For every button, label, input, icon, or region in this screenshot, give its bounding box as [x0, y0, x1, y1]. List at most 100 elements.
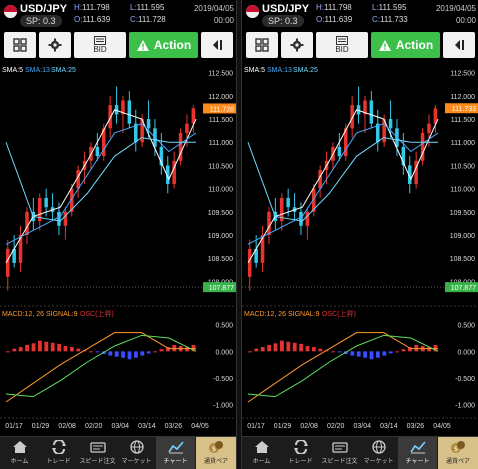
quote-header: USD/JPY SP: 0.3 H:111.798 L:111.595 O:11…	[0, 0, 236, 30]
osc-bar	[395, 351, 400, 353]
price-tick-label: 109.500	[208, 210, 233, 217]
osc-bar	[305, 346, 310, 352]
tab-market[interactable]: マーケット	[359, 437, 398, 469]
gear-icon	[48, 38, 62, 52]
osc-bar	[89, 351, 94, 353]
candle-body	[57, 211, 61, 226]
settings-button[interactable]	[39, 32, 71, 58]
osc-bar	[280, 340, 284, 352]
osc-bar	[44, 341, 49, 352]
price-tick-label: 110.500	[450, 163, 475, 170]
chart-icon	[167, 441, 184, 454]
price-tick-label: 110.500	[208, 163, 233, 170]
collapse-panel-icon	[455, 40, 464, 50]
gear-icon	[290, 38, 304, 52]
tab-market[interactable]: マーケット	[117, 437, 156, 469]
osc-bar	[114, 351, 119, 357]
legend-sma13: SMA:13	[267, 67, 292, 74]
candle-body	[25, 211, 29, 236]
trading-panel-right: USD/JPY SP: 0.3 H:111.798 L:111.595 O:11…	[242, 0, 478, 469]
trading-panel-left: USD/JPY SP: 0.3 H:111.798 L:111.595 O:11…	[0, 0, 236, 469]
jp-flag-icon	[4, 5, 17, 18]
line-price-label: 107.877	[451, 285, 476, 292]
osc-bar	[363, 351, 368, 358]
legend-sma5: SMA:5	[244, 67, 265, 74]
currency-pair-title[interactable]: USD/JPY	[20, 3, 67, 15]
chart-canvas[interactable]: SMA:5 SMA:13 SMA:25 MACD:12, 26 SIGNAL:9 OSC(…	[0, 60, 236, 436]
osc-bar	[292, 342, 297, 352]
tab-speed-order[interactable]: スピード注文	[320, 437, 359, 469]
osc-bar	[369, 351, 374, 360]
candle-body	[388, 119, 393, 129]
price-tick-label: 112.500	[208, 71, 233, 78]
layout-button[interactable]	[246, 32, 278, 58]
date-tick-label: 04/05	[433, 423, 451, 430]
price-chart[interactable]: SMA:5 SMA:13 SMA:25 MACD:12, 26 SIGNAL:9 OSC(…	[242, 60, 478, 436]
price-tick-label: 108.500	[208, 256, 233, 263]
tab-trade[interactable]: トレード	[281, 437, 320, 469]
price-tick-label: 109.500	[450, 210, 475, 217]
price-tick-label: 111.500	[451, 117, 475, 124]
osc-bar	[76, 348, 81, 352]
layout-button[interactable]	[4, 32, 36, 58]
osc-bar	[376, 351, 380, 358]
legend-signal: SIGNAL:9	[46, 311, 78, 318]
date-tick-label: 03/04	[112, 423, 130, 430]
settings-button[interactable]	[281, 32, 313, 58]
price-chart[interactable]: SMA:5 SMA:13 SMA:25 MACD:12, 26 SIGNAL:9 OSC(…	[0, 60, 236, 436]
chart-canvas[interactable]: SMA:5 SMA:13 SMA:25 MACD:12, 26 SIGNAL:9 OSC(…	[242, 60, 478, 436]
bar-date: 2019/04/05	[435, 4, 476, 13]
tab-chart[interactable]: チャート	[156, 437, 195, 469]
action-button[interactable]: Action	[371, 32, 440, 58]
tab-currency-pair[interactable]: $ 通貨ペア	[196, 437, 236, 469]
bid-button[interactable]: BID	[316, 32, 368, 58]
candle-body	[63, 211, 68, 226]
osc-bar	[254, 348, 259, 352]
legend-sma13: SMA:13	[25, 67, 50, 74]
date-tick-label: 03/14	[380, 423, 398, 430]
osc-bar	[38, 340, 42, 352]
action-button[interactable]: Action	[129, 32, 198, 58]
candle-body	[369, 100, 374, 124]
bar-date: 2019/04/05	[193, 4, 234, 13]
candle-body	[286, 197, 290, 208]
date-tick-label: 02/20	[327, 423, 345, 430]
candle-body	[267, 211, 271, 236]
grid-icon	[13, 38, 27, 52]
quote-header: USD/JPY SP: 0.3 H:111.798 L:111.595 O:11…	[242, 0, 478, 30]
osc-bar	[140, 351, 145, 356]
tab-home[interactable]: ホーム	[242, 437, 281, 469]
legend-macd: MACD:12, 26	[2, 311, 44, 318]
osc-bar	[18, 347, 23, 352]
date-tick-label: 01/17	[247, 423, 265, 430]
tab-trade[interactable]: トレード	[39, 437, 78, 469]
chart-toolbar: BID Action	[0, 32, 236, 60]
side-panel-button[interactable]	[443, 32, 475, 58]
osc-bar	[134, 351, 138, 358]
candle-body	[337, 146, 342, 157]
close-quote: C:111.733	[372, 15, 408, 24]
osc-bar	[127, 351, 132, 360]
bid-button[interactable]: BID	[74, 32, 126, 58]
price-tick-label: 111.000	[209, 140, 233, 147]
jp-flag-icon	[246, 5, 259, 18]
home-icon	[12, 441, 27, 453]
tab-speed-order[interactable]: スピード注文	[78, 437, 117, 469]
osc-bar	[312, 347, 316, 352]
legend-sma25: SMA:25	[51, 67, 76, 74]
currency-pair-title[interactable]: USD/JPY	[262, 3, 309, 15]
legend-osc: OSC(上昇)	[322, 309, 356, 318]
app-screen: USD/JPY SP: 0.3 H:111.798 L:111.595 O:11…	[0, 0, 478, 469]
date-tick-label: 01/17	[5, 423, 23, 430]
macd-tick-label: -0.500	[455, 376, 475, 383]
tab-chart[interactable]: チャート	[398, 437, 437, 469]
tab-currency-pair[interactable]: $ 通貨ペア	[438, 437, 478, 469]
candle-body	[95, 146, 100, 157]
date-tick-label: 02/08	[58, 423, 76, 430]
legend-sma5: SMA:5	[2, 67, 23, 74]
date-tick-label: 03/26	[407, 423, 425, 430]
tab-home[interactable]: ホーム	[0, 437, 39, 469]
osc-bar	[12, 348, 17, 352]
side-panel-button[interactable]	[201, 32, 233, 58]
bid-label: BID	[335, 45, 349, 54]
